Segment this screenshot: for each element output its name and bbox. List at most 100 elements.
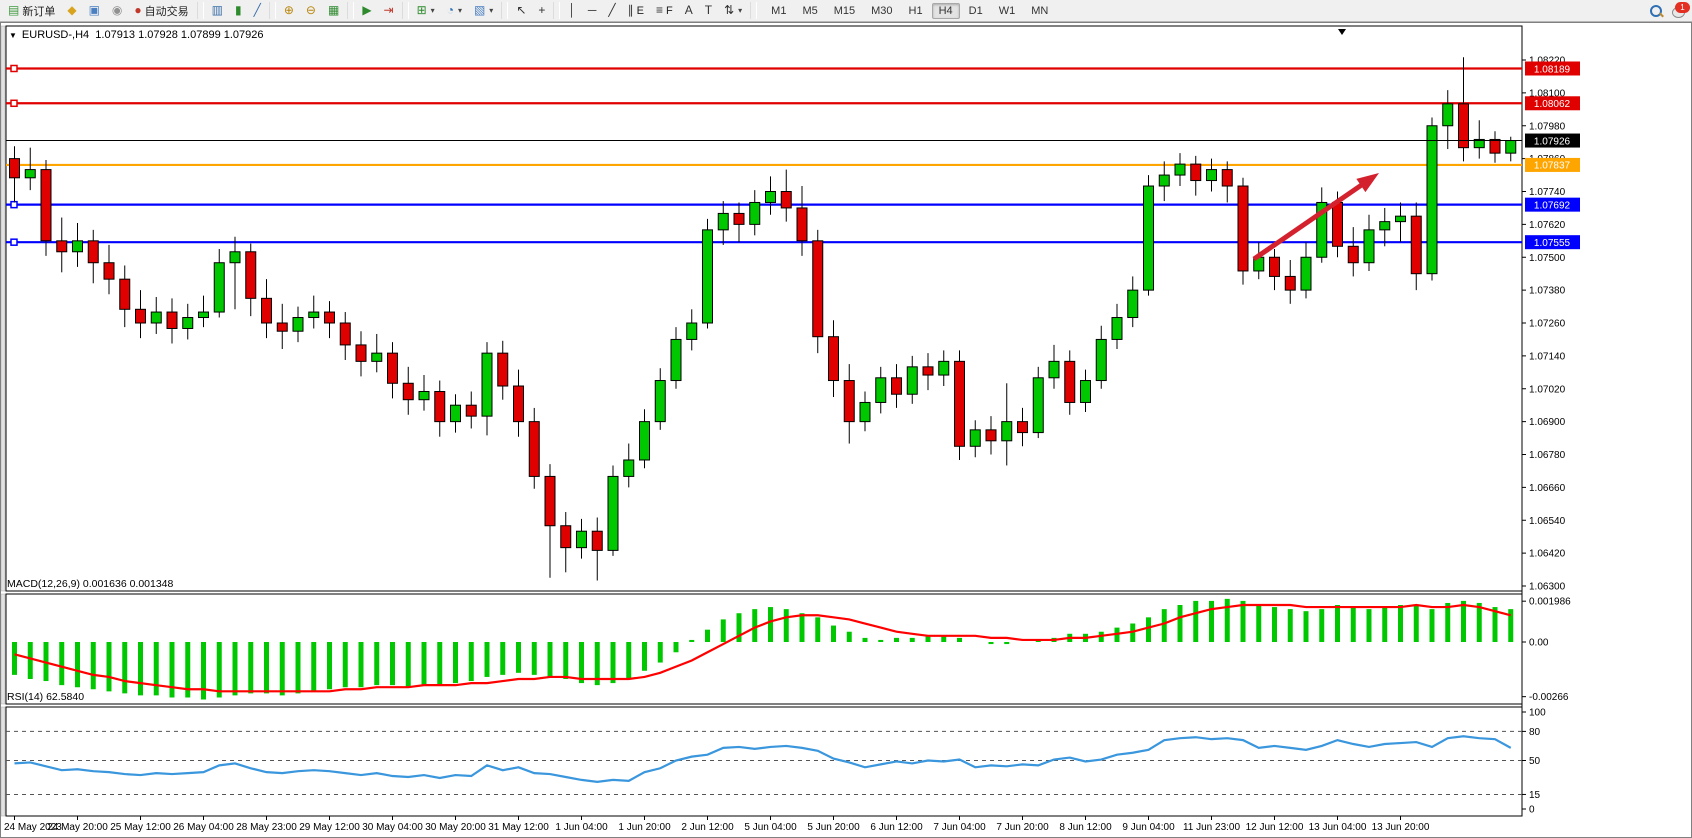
svg-text:31 May 12:00: 31 May 12:00 <box>488 822 549 833</box>
notifications-icon[interactable]: 1 <box>1672 5 1686 17</box>
svg-text:1.07380: 1.07380 <box>1529 286 1566 297</box>
svg-text:30 May 04:00: 30 May 04:00 <box>362 822 423 833</box>
chart-window: ▼ EURUSD-,H4 1.07913 1.07928 1.07899 1.07… <box>0 22 1692 838</box>
toolbar-separator <box>402 2 409 19</box>
horizontal-line-button[interactable]: ─ <box>583 2 602 19</box>
candle <box>309 312 319 317</box>
templates-button[interactable]: ▧▾ <box>469 2 498 19</box>
periods-button[interactable]: ◔▾ <box>442 2 467 19</box>
market-watch-icon: ◆ <box>67 4 76 17</box>
candle <box>57 241 67 252</box>
search-icon[interactable] <box>1650 5 1662 17</box>
candle <box>1427 126 1437 274</box>
svg-text:1.08189: 1.08189 <box>1534 64 1571 75</box>
cursor-button[interactable]: ↖ <box>511 2 531 19</box>
horizontal-line-icon: ─ <box>588 4 597 17</box>
candle <box>230 252 240 263</box>
svg-text:80: 80 <box>1529 727 1541 738</box>
macd-indicator-label: MACD(12,26,9) 0.001636 0.001348 <box>7 578 173 590</box>
timeframe-d1[interactable]: D1 <box>962 3 990 19</box>
timeframe-mn[interactable]: MN <box>1024 3 1055 19</box>
line-chart-button[interactable]: ╱ <box>249 2 266 19</box>
panel-grip[interactable] <box>1 26 5 591</box>
toolbar-separator <box>553 2 560 19</box>
candle <box>151 312 161 323</box>
timeframe-buttons: M1M5M15M30H1H4D1W1MN <box>761 0 1058 21</box>
timeframe-m5[interactable]: M5 <box>795 3 824 19</box>
svg-text:2 Jun 12:00: 2 Jun 12:00 <box>681 822 734 833</box>
trendline-button[interactable]: ╱ <box>603 2 620 19</box>
candle <box>167 312 177 328</box>
bar-chart-button[interactable]: ▥ <box>207 2 228 19</box>
line-anchor[interactable] <box>11 65 17 71</box>
new-order-icon: ▤ <box>8 4 19 17</box>
main-toolbar: ▤新订单◆▣◉●自动交易▥▮╱⊕⊖▦▶⇥⊞▾◔▾▧▾↖+│─╱∥E≡FAT⇅▾ … <box>0 0 1692 22</box>
svg-text:5 Jun 04:00: 5 Jun 04:00 <box>744 822 797 833</box>
timeframe-m15[interactable]: M15 <box>827 3 862 19</box>
timeframe-h4[interactable]: H4 <box>932 3 960 19</box>
tile-windows-button[interactable]: ▦ <box>323 2 344 19</box>
candle <box>1506 141 1516 154</box>
svg-text:1.06300: 1.06300 <box>1529 582 1566 593</box>
candle <box>120 279 130 309</box>
chart-shift-button[interactable]: ⇥ <box>379 2 399 19</box>
candle <box>592 531 602 550</box>
time-axis[interactable]: 24 May 202324 May 20:0025 May 12:0026 Ma… <box>4 816 1430 833</box>
text-label-icon: T <box>705 4 712 17</box>
chart-title-ohlc: 1.07913 1.07928 1.07899 1.07926 <box>95 29 263 41</box>
line-anchor[interactable] <box>11 100 17 106</box>
panel-grip[interactable] <box>1 594 5 704</box>
indicators-icon: ⊞ <box>417 4 427 17</box>
fibonacci-button[interactable]: ≡F <box>651 2 678 19</box>
candle <box>199 312 209 317</box>
svg-text:1.07692: 1.07692 <box>1534 200 1571 211</box>
zoom-in-button[interactable]: ⊕ <box>279 2 299 19</box>
candlestick-chart-button[interactable]: ▮ <box>230 2 247 19</box>
candle <box>403 383 413 399</box>
auto-trading-button[interactable]: ●自动交易 <box>129 1 193 21</box>
auto-scroll-button[interactable]: ▶ <box>357 2 376 19</box>
crosshair-button[interactable]: + <box>533 2 550 19</box>
price-badge: 1.07692 <box>1525 198 1580 212</box>
market-watch-button[interactable]: ◆ <box>62 2 81 19</box>
text-button[interactable]: A <box>680 2 698 19</box>
candle <box>1207 170 1217 181</box>
navigator-button[interactable]: ▣ <box>84 2 105 19</box>
candle <box>876 378 886 403</box>
text-icon: A <box>685 4 693 17</box>
signal-button[interactable]: ◉ <box>107 2 127 19</box>
arrows-button[interactable]: ⇅▾ <box>719 2 747 19</box>
svg-text:0.00: 0.00 <box>1529 638 1549 649</box>
svg-text:5 Jun 20:00: 5 Jun 20:00 <box>807 822 860 833</box>
candle <box>1396 216 1406 221</box>
chart-title-symbol: EURUSD-,H4 <box>22 29 89 41</box>
tile-windows-icon: ▦ <box>328 4 339 17</box>
timeframe-m30[interactable]: M30 <box>864 3 899 19</box>
timeframe-w1[interactable]: W1 <box>992 3 1023 19</box>
candle <box>718 213 728 229</box>
text-label-button[interactable]: T <box>700 2 717 19</box>
candle <box>1112 318 1122 340</box>
svg-text:1.07837: 1.07837 <box>1534 161 1571 172</box>
svg-text:29 May 12:00: 29 May 12:00 <box>299 822 360 833</box>
candle <box>577 531 587 547</box>
candle <box>892 378 902 394</box>
indicators-button[interactable]: ⊞▾ <box>412 2 440 19</box>
candle <box>1301 257 1311 290</box>
timeframe-h1[interactable]: H1 <box>902 3 930 19</box>
price-chart[interactable]: 1.082201.081001.079801.078601.077401.076… <box>1 23 1691 837</box>
candle <box>1159 175 1169 186</box>
vertical-line-button[interactable]: │ <box>563 2 581 19</box>
timeframe-m1[interactable]: M1 <box>764 3 793 19</box>
vertical-line-icon: │ <box>568 4 576 17</box>
periods-icon: ◔ <box>447 4 454 17</box>
chevron-down-icon[interactable]: ▼ <box>9 31 17 40</box>
new-order-button[interactable]: ▤新订单 <box>3 1 60 21</box>
chart-shift-icon: ⇥ <box>384 4 394 17</box>
panel-grip[interactable] <box>1 707 5 816</box>
line-anchor[interactable] <box>11 239 17 245</box>
line-anchor[interactable] <box>11 202 17 208</box>
equidistant-channel-button[interactable]: ∥E <box>623 2 649 19</box>
zoom-out-button[interactable]: ⊖ <box>301 2 321 19</box>
price-badge: 1.07926 <box>1525 134 1580 148</box>
